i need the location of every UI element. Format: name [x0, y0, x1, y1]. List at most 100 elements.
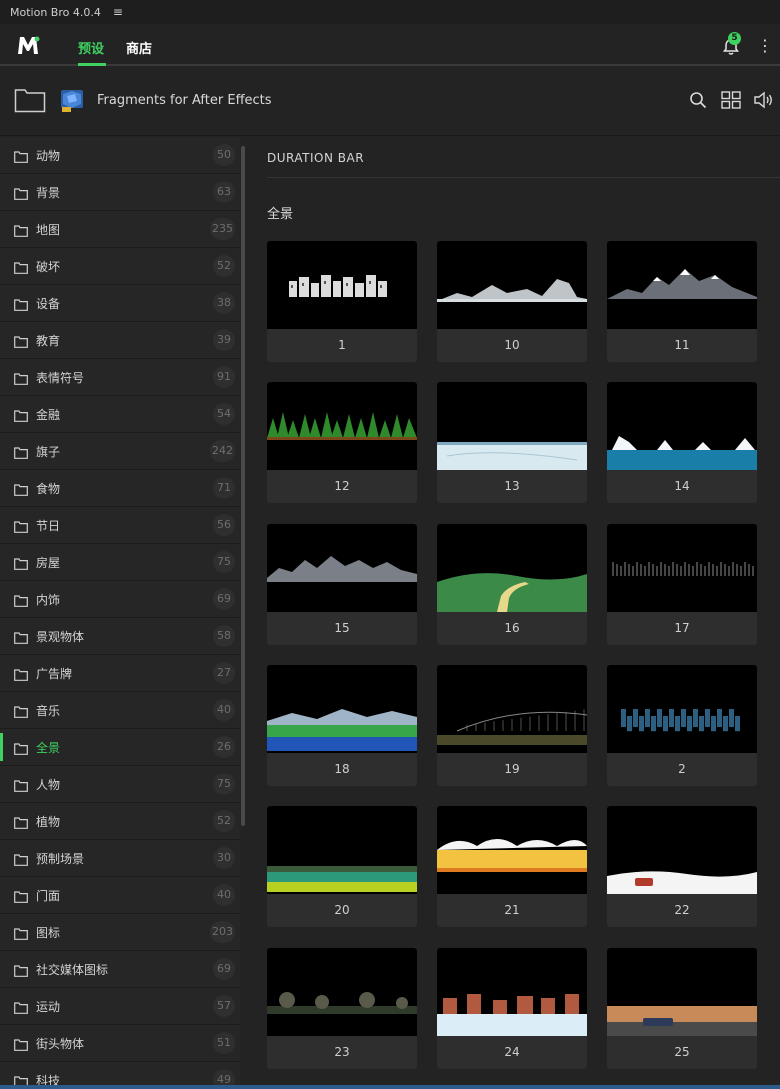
sidebar-item[interactable]: 食物 71	[0, 470, 240, 507]
sidebar-item[interactable]: 图标 203	[0, 914, 240, 951]
preset-card[interactable]: 2	[607, 665, 757, 786]
preset-card[interactable]: 11	[607, 241, 757, 362]
preset-thumbnail[interactable]	[267, 948, 417, 1036]
preset-thumbnail[interactable]	[437, 382, 587, 470]
preset-card[interactable]: 15	[267, 524, 417, 645]
preset-thumbnail[interactable]	[437, 524, 587, 612]
preset-card[interactable]: 22	[607, 806, 757, 927]
title-bar: Motion Bro 4.0.4 ≡	[0, 0, 780, 24]
sidebar-item[interactable]: 植物 52	[0, 803, 240, 840]
sidebar-item-label: 门面	[36, 889, 61, 903]
sidebar-item[interactable]: 全景 26	[0, 729, 240, 766]
preset-thumbnail[interactable]	[267, 806, 417, 894]
sidebar-item[interactable]: 地图 235	[0, 211, 240, 248]
sidebar-item[interactable]: 背景 63	[0, 174, 240, 211]
preset-thumbnail[interactable]	[267, 241, 417, 329]
sidebar-item[interactable]: 门面 40	[0, 877, 240, 914]
preset-thumbnail[interactable]	[437, 806, 587, 894]
preset-card[interactable]: 21	[437, 806, 587, 927]
sidebar-item[interactable]: 金融 54	[0, 396, 240, 433]
folder-icon	[14, 962, 28, 977]
preset-thumbnail[interactable]	[437, 241, 587, 329]
sidebar-item-label: 内饰	[36, 593, 61, 607]
preset-thumbnail[interactable]	[607, 524, 757, 612]
preset-thumbnail-art	[267, 556, 417, 582]
preset-card[interactable]: 14	[607, 382, 757, 503]
more-options-icon[interactable]: ⋮	[757, 36, 773, 56]
sidebar-item[interactable]: 旗子 242	[0, 433, 240, 470]
preset-card[interactable]: 16	[437, 524, 587, 645]
preset-thumbnail[interactable]	[437, 948, 587, 1036]
sidebar-item[interactable]: 设备 38	[0, 285, 240, 322]
preset-name: 10	[504, 338, 520, 352]
folder-icon	[14, 925, 28, 940]
sidebar-item[interactable]: 街头物体 51	[0, 1025, 240, 1062]
preset-thumbnail[interactable]	[607, 241, 757, 329]
motion-bro-logo-icon[interactable]	[16, 34, 40, 56]
preset-card[interactable]: 17	[607, 524, 757, 645]
sidebar-item[interactable]: 运动 57	[0, 988, 240, 1025]
sidebar-item-label: 广告牌	[36, 667, 73, 681]
preset-card[interactable]: 13	[437, 382, 587, 503]
category-title: 全景	[267, 207, 294, 222]
pack-thumbnail-icon[interactable]	[58, 86, 86, 114]
sidebar-item-count: 71	[213, 477, 235, 499]
preset-card[interactable]: 12	[267, 382, 417, 503]
preset-thumbnail-art	[437, 279, 587, 302]
folder-icon	[14, 148, 28, 163]
preset-card[interactable]: 18	[267, 665, 417, 786]
sidebar-item[interactable]: 房屋 75	[0, 544, 240, 581]
sidebar-item[interactable]: 教育 39	[0, 322, 240, 359]
sidebar-item-label: 景观物体	[36, 630, 85, 644]
folder-icon[interactable]	[14, 87, 46, 113]
app-title: Motion Bro 4.0.4	[10, 5, 101, 19]
preset-thumbnail[interactable]	[437, 665, 587, 753]
sidebar-item-count: 58	[213, 625, 235, 647]
sidebar-item[interactable]: 预制场景 30	[0, 840, 240, 877]
sidebar-item[interactable]: 破坏 52	[0, 248, 240, 285]
preset-card[interactable]: 20	[267, 806, 417, 927]
folder-icon	[14, 777, 28, 792]
sidebar-item-count: 57	[213, 995, 235, 1017]
sidebar-item[interactable]: 动物 50	[0, 137, 240, 174]
sidebar-item[interactable]: 人物 75	[0, 766, 240, 803]
sidebar-item-label: 运动	[36, 1000, 61, 1014]
hamburger-menu-icon[interactable]: ≡	[113, 6, 123, 18]
sidebar-item-count: 27	[213, 662, 235, 684]
folder-icon	[14, 814, 28, 829]
sidebar-item-label: 旗子	[36, 445, 61, 459]
sidebar-item[interactable]: 社交媒体图标 69	[0, 951, 240, 988]
tab-store[interactable]: 商店	[126, 38, 152, 57]
notification-badge: 5	[728, 32, 741, 45]
sidebar-item[interactable]: 表情符号 91	[0, 359, 240, 396]
preset-card[interactable]: 10	[437, 241, 587, 362]
preset-name: 11	[674, 338, 690, 352]
sidebar-item-count: 40	[213, 884, 235, 906]
preset-thumbnail[interactable]	[607, 806, 757, 894]
sidebar-item[interactable]: 音乐 40	[0, 692, 240, 729]
preset-thumbnail[interactable]	[607, 948, 757, 1036]
preset-thumbnail[interactable]	[267, 665, 417, 753]
preset-card[interactable]: 24	[437, 948, 587, 1069]
preset-thumbnail-art	[621, 709, 740, 732]
preset-card[interactable]: 1	[267, 241, 417, 362]
preset-thumbnail[interactable]	[607, 382, 757, 470]
grid-view-icon[interactable]	[721, 91, 741, 109]
preset-thumbnail-art	[437, 442, 587, 470]
sidebar-item[interactable]: 节日 56	[0, 507, 240, 544]
sidebar-scrollbar[interactable]	[241, 146, 245, 826]
sound-icon[interactable]	[753, 90, 775, 110]
preset-card[interactable]: 23	[267, 948, 417, 1069]
preset-card[interactable]: 19	[437, 665, 587, 786]
sidebar-item[interactable]: 景观物体 58	[0, 618, 240, 655]
preset-thumbnail[interactable]	[267, 382, 417, 470]
sidebar-item[interactable]: 内饰 69	[0, 581, 240, 618]
preset-name: 19	[504, 762, 520, 776]
sidebar-item[interactable]: 广告牌 27	[0, 655, 240, 692]
preset-thumbnail[interactable]	[607, 665, 757, 753]
preset-card[interactable]: 25	[607, 948, 757, 1069]
preset-thumbnail[interactable]	[267, 524, 417, 612]
search-icon[interactable]	[689, 91, 707, 109]
tab-presets[interactable]: 预设	[78, 38, 104, 57]
sidebar-item-label: 动物	[36, 149, 61, 163]
